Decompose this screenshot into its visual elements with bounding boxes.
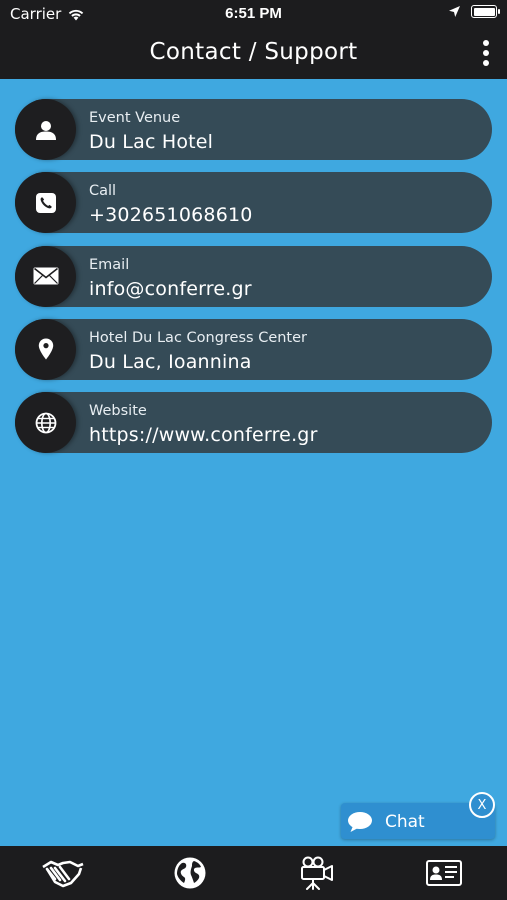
chat-widget[interactable]: Chat X	[341, 792, 495, 839]
contact-label: Website	[89, 403, 147, 420]
globe-icon	[174, 857, 206, 889]
person-icon	[15, 99, 76, 160]
battery-icon	[471, 5, 500, 18]
globe-icon	[15, 392, 76, 454]
contact-item-venue[interactable]: Event Venue Du Lac Hotel	[15, 99, 492, 160]
contact-label: Event Venue	[89, 110, 181, 126]
location-arrow-icon	[449, 6, 460, 17]
contact-value: https://www.conferre.gr	[89, 424, 318, 447]
video-camera-icon	[300, 856, 333, 890]
chat-label: Chat	[385, 812, 425, 832]
contact-label: Hotel Du Lac Congress Center	[89, 329, 308, 346]
tab-id-card[interactable]	[380, 846, 507, 900]
tab-videos[interactable]	[254, 846, 381, 900]
phone-icon	[15, 172, 76, 234]
contact-item-email[interactable]: Email info@conferre.gr	[15, 245, 492, 307]
status-right-group	[448, 5, 500, 18]
more-vertical-icon[interactable]	[479, 38, 493, 68]
envelope-icon	[15, 245, 76, 307]
tab-globe[interactable]	[127, 846, 254, 900]
status-bar: Carrier 6:51 PM	[0, 0, 507, 28]
map-pin-icon	[15, 318, 76, 380]
contact-value: info@conferre.gr	[89, 277, 252, 300]
contact-item-website[interactable]: Website https://www.conferre.gr	[15, 392, 492, 454]
contact-label: Call	[89, 183, 117, 200]
id-card-icon	[425, 860, 462, 886]
tab-networking[interactable]	[0, 846, 127, 900]
contact-list: Event Venue Du Lac Hotel Call +302651068…	[15, 99, 492, 465]
contact-item-location[interactable]: Hotel Du Lac Congress Center Du Lac, Ioa…	[15, 318, 492, 380]
contact-item-call[interactable]: Call +302651068610	[15, 172, 492, 234]
handshake-icon	[42, 860, 84, 888]
nav-bar: Contact / Support	[0, 28, 507, 79]
chat-close-button[interactable]: X	[469, 792, 495, 818]
page-title: Contact / Support	[149, 39, 358, 65]
status-time: 6:51 PM	[225, 5, 282, 22]
tab-bar	[0, 846, 507, 900]
contact-value: +302651068610	[89, 204, 253, 227]
contact-label: Email	[89, 256, 130, 273]
contact-value: Du Lac Hotel	[89, 131, 214, 153]
chat-bubble-icon	[348, 812, 372, 832]
contact-value: Du Lac, Ioannina	[89, 350, 252, 373]
